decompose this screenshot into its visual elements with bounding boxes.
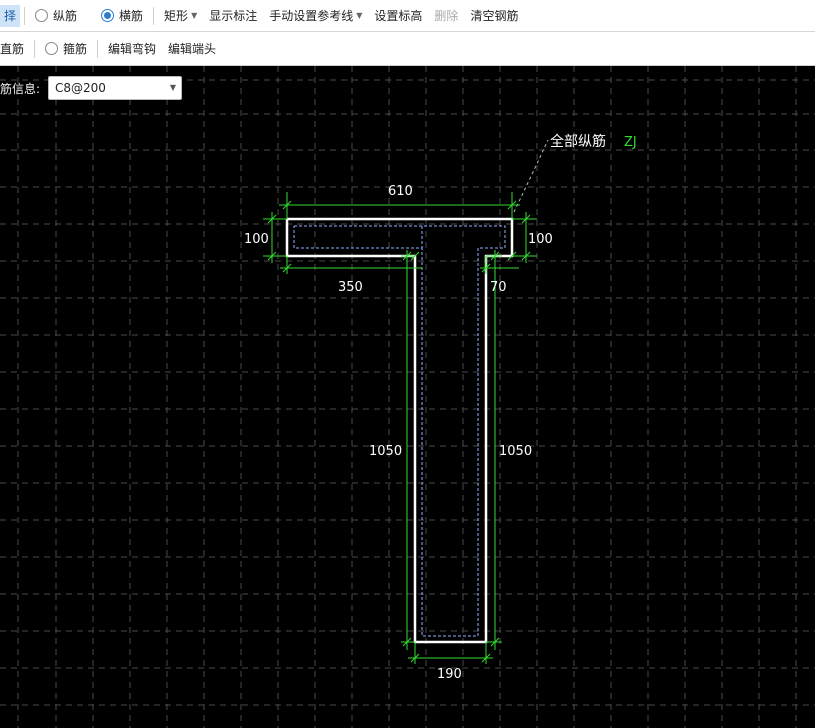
- inner-rebar-outline: [293, 225, 506, 637]
- dim-right-flange: 100: [528, 232, 553, 247]
- select-label: 择: [4, 9, 17, 23]
- edit-end-label: 编辑端头: [168, 42, 217, 56]
- straight-label: 直筋: [0, 42, 25, 56]
- drawing-canvas[interactable]: 全部纵筋 ZJ 610 100 100 350 70 1050 1050 190: [0, 66, 815, 728]
- toolbar-divider: [153, 6, 155, 25]
- edit-hook-button[interactable]: 编辑弯钩: [102, 38, 162, 60]
- edit-end-button[interactable]: 编辑端头: [162, 38, 222, 60]
- delete-button[interactable]: 删除: [428, 5, 464, 27]
- transverse-radio[interactable]: 横筋: [95, 5, 149, 27]
- set-elevation-button[interactable]: 设置标高: [368, 5, 428, 27]
- rebar-info-select[interactable]: C8@200 ▼: [48, 76, 182, 100]
- toolbar-divider: [34, 39, 36, 58]
- caret-down-icon: ▼: [356, 11, 363, 20]
- show-dims-button[interactable]: 显示标注: [203, 5, 263, 27]
- dim-left-overhang: 350: [338, 280, 363, 295]
- rect-dropdown-button[interactable]: 矩形 ▼: [158, 5, 203, 27]
- clear-rebar-button[interactable]: 清空钢筋: [464, 5, 524, 27]
- straight-rebar-button[interactable]: 直筋: [0, 38, 30, 60]
- toolbar-top: 择 纵筋 横筋 矩形 ▼ 显示标注 手动设置参考线 ▼ 设置标高 删除 清空钢筋: [0, 0, 815, 32]
- longitudinal-label: 纵筋: [53, 9, 78, 23]
- leader-line: [513, 139, 549, 213]
- transverse-label: 横筋: [119, 9, 144, 23]
- rebar-info-label: 筋信息:: [0, 82, 41, 96]
- caret-down-icon: ▼: [191, 11, 198, 20]
- stirrup-radio[interactable]: 箍筋: [39, 38, 93, 60]
- radio-unchecked-icon: [45, 42, 59, 55]
- toolbar-divider: [97, 39, 99, 58]
- manual-ref-dropdown-button[interactable]: 手动设置参考线 ▼: [263, 5, 368, 27]
- toolbar-secondary: 直筋 箍筋 编辑弯钩 编辑端头: [0, 32, 815, 66]
- set-elevation-label: 设置标高: [374, 9, 423, 23]
- toolbar-divider: [24, 6, 26, 25]
- select-button[interactable]: 择: [0, 4, 21, 27]
- edit-hook-label: 编辑弯钩: [108, 42, 157, 56]
- dim-left-height: 1050: [369, 444, 402, 459]
- clear-rebar-label: 清空钢筋: [470, 9, 519, 23]
- radio-unchecked-icon: [35, 9, 49, 22]
- dim-top-width: 610: [388, 184, 413, 199]
- caret-down-icon: ▼: [169, 83, 176, 92]
- show-dims-label: 显示标注: [209, 9, 258, 23]
- all-long-code: ZJ: [624, 135, 637, 150]
- stirrup-label: 箍筋: [63, 42, 88, 56]
- all-long-label: 全部纵筋: [550, 133, 606, 150]
- longitudinal-radio[interactable]: 纵筋: [29, 5, 83, 27]
- dim-left-flange: 100: [244, 232, 269, 247]
- rebar-info-value: C8@200: [55, 81, 106, 95]
- radio-checked-icon: [101, 9, 115, 22]
- delete-label: 删除: [434, 9, 459, 23]
- dim-right-overhang: 70: [490, 280, 507, 295]
- rect-label: 矩形: [164, 9, 189, 23]
- manual-ref-label: 手动设置参考线: [269, 9, 354, 23]
- dim-web-width: 190: [437, 667, 462, 682]
- dimension-lines: [263, 192, 537, 664]
- dim-right-height: 1050: [499, 444, 532, 459]
